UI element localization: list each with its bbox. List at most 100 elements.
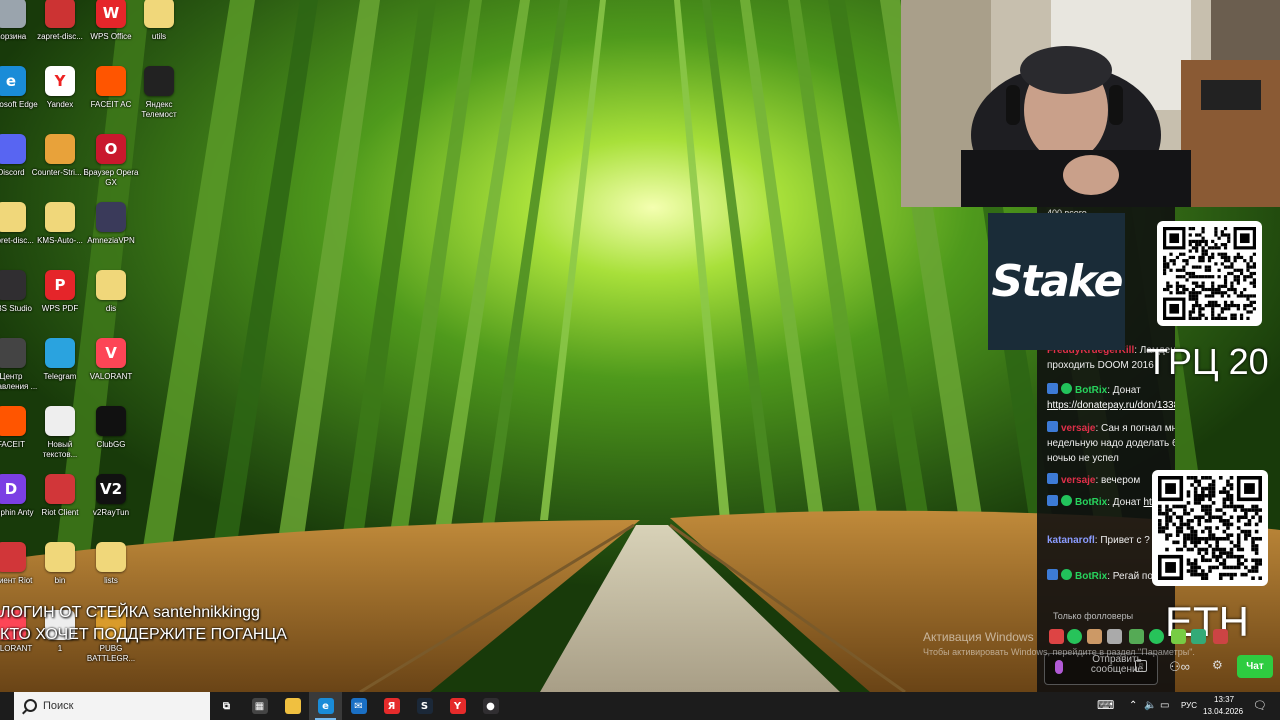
chat-badge-icon — [1047, 569, 1058, 580]
app-icon — [0, 406, 26, 436]
emote-icon[interactable] — [1213, 629, 1228, 644]
app-icon: e — [0, 66, 26, 96]
stake-logo: Stake — [988, 213, 1125, 350]
app-icon: V2 — [96, 474, 126, 504]
taskbar-search-box[interactable]: Поиск — [14, 692, 210, 720]
keyboard-icon[interactable]: ⌨ — [1097, 698, 1114, 712]
search-icon — [24, 699, 37, 712]
app-icon — [96, 542, 126, 572]
desktop-icon-label: WPS PDF — [41, 304, 79, 313]
desktop-icon-label: lists — [104, 576, 118, 585]
taskbar-edge-button[interactable]: e — [309, 692, 342, 720]
chat-badge-icon — [1047, 473, 1058, 484]
chat-send-button[interactable]: Чат — [1237, 655, 1273, 678]
notification-icon[interactable]: 🗨 — [1253, 699, 1267, 712]
trc-label: ТРЦ 20 — [1146, 341, 1269, 382]
chat-username[interactable]: BotRix — [1075, 497, 1107, 508]
emote-icon[interactable] — [1049, 629, 1064, 644]
chat-username[interactable]: BotRix — [1075, 385, 1107, 396]
desktop-icon-label: Яндекс Телемост — [141, 100, 177, 119]
desktop-icon-label: utils — [151, 32, 167, 41]
emote-icon[interactable] — [1087, 629, 1102, 644]
desktop-icon[interactable]: Яндекс Телемост — [130, 66, 188, 120]
app-icon — [96, 202, 126, 232]
desktop-icon[interactable]: KMS-Auto-... — [31, 202, 89, 246]
desktop-icon[interactable]: dis — [82, 270, 140, 314]
emote-icon[interactable] — [1191, 629, 1206, 644]
emote-icon[interactable] — [1067, 629, 1082, 644]
language-indicator[interactable]: РУС — [1181, 701, 1197, 710]
taskbar-yandex-button[interactable]: Я — [375, 692, 408, 720]
desktop-icon[interactable]: Riot Client — [31, 474, 89, 518]
chat-link[interactable]: https://donatepay.ru/don/1338036 — [1047, 400, 1175, 411]
speaker-icon[interactable]: 🔈 — [1144, 700, 1156, 711]
desktop-icon[interactable]: utils — [130, 0, 188, 42]
app-icon — [45, 474, 75, 504]
app-icon — [96, 406, 126, 436]
desktop-icon[interactable]: Telegram — [31, 338, 89, 382]
taskbar: Поиск ⧉ ▦ e ✉ Я S Y ● ⌨ ⌃ 🔈 ▭ РУС 🗨 — [0, 692, 1280, 720]
gear-icon[interactable]: ⚙ — [1212, 658, 1223, 672]
emote-icon[interactable] — [1171, 629, 1186, 644]
verified-icon — [1061, 383, 1072, 394]
taskbar-obs-button[interactable]: ● — [474, 692, 507, 720]
chevron-up-icon[interactable]: ⌃ — [1129, 700, 1137, 711]
desktop-icon-label: ClubGG — [96, 440, 126, 449]
start-button[interactable] — [0, 692, 14, 720]
mail-icon: ✉ — [350, 698, 367, 714]
qr-code-top — [1157, 221, 1262, 326]
desktop-icon[interactable]: O Браузер Opera GX — [82, 134, 140, 188]
chat-badge-icon — [1047, 495, 1058, 506]
microphone-icon[interactable] — [1055, 660, 1063, 674]
app-icon — [45, 542, 75, 572]
app-icon — [0, 202, 26, 232]
chat-username[interactable]: versaje — [1061, 475, 1095, 486]
taskbar-store-button[interactable]: ▦ — [243, 692, 276, 720]
desktop-icon[interactable]: AmneziaVPN — [82, 202, 140, 246]
chat-text: : Привет с ? — [1094, 535, 1150, 546]
emote-icon[interactable] — [1129, 629, 1144, 644]
taskbar-task-view-button[interactable]: ⧉ — [210, 692, 243, 720]
desktop-icon[interactable]: ClubGG — [82, 406, 140, 450]
desktop-icon-label: zapret-disc... — [37, 32, 83, 41]
stream-login-text: ЛОГИН ОТ СТЕЙКА santehnikkingg — [0, 604, 260, 621]
desktop-icon[interactable]: Новый текстов... — [31, 406, 89, 460]
taskbar-yandex-browser-button[interactable]: Y — [441, 692, 474, 720]
yandex-icon: Я — [383, 698, 400, 714]
yandex-browser-icon: Y — [449, 698, 466, 714]
chat-username[interactable]: katanarofl — [1047, 535, 1095, 546]
desktop-icon[interactable]: bin — [31, 542, 89, 586]
desktop-icon-label: bin — [54, 576, 66, 585]
chat-message: versaje: Сан я погнал мне цель недельную… — [1047, 421, 1175, 466]
app-icon — [45, 202, 75, 232]
desktop-icon[interactable]: V2 v2RayTun — [82, 474, 140, 518]
desktop-icon[interactable]: V VALORANT — [82, 338, 140, 382]
emote-icon[interactable] — [1149, 629, 1164, 644]
steam-icon: S — [416, 698, 433, 714]
emote-icon[interactable] — [1107, 629, 1122, 644]
taskbar-file-explorer-button[interactable] — [276, 692, 309, 720]
chat-badge-icon — [1047, 421, 1058, 432]
desktop-icon[interactable]: lists — [82, 542, 140, 586]
taskbar-clock-date[interactable]: 13.04.2026 — [1203, 707, 1243, 716]
taskbar-clock-time[interactable]: 13:37 — [1214, 695, 1234, 704]
chat-username[interactable]: BotRix — [1075, 571, 1107, 582]
windows-activation-subtitle: Чтобы активировать Windows, перейдите в … — [923, 647, 1195, 657]
app-icon — [96, 66, 126, 96]
desktop-icon[interactable]: P WPS PDF — [31, 270, 89, 314]
desktop-icon-label: AmneziaVPN — [87, 236, 135, 245]
file-explorer-icon — [284, 698, 301, 714]
desktop-icon[interactable]: Counter-Stri... 2 — [31, 134, 89, 178]
taskbar-steam-button[interactable]: S — [408, 692, 441, 720]
app-icon — [0, 134, 26, 164]
desktop-icon[interactable]: Y Yandex — [31, 66, 89, 110]
edge-icon: e — [317, 698, 334, 714]
store-icon: ▦ — [251, 698, 268, 714]
emoji-icon[interactable]: ☺ — [1135, 660, 1147, 672]
channel-points-icon[interactable]: ⚇∞ — [1169, 659, 1190, 675]
chat-username[interactable]: versaje — [1061, 423, 1095, 434]
desktop-icon-label: 1 — [57, 644, 63, 653]
network-icon[interactable]: ▭ — [1160, 700, 1169, 711]
desktop-icon[interactable]: zapret-disc... — [31, 0, 89, 42]
taskbar-mail-button[interactable]: ✉ — [342, 692, 375, 720]
